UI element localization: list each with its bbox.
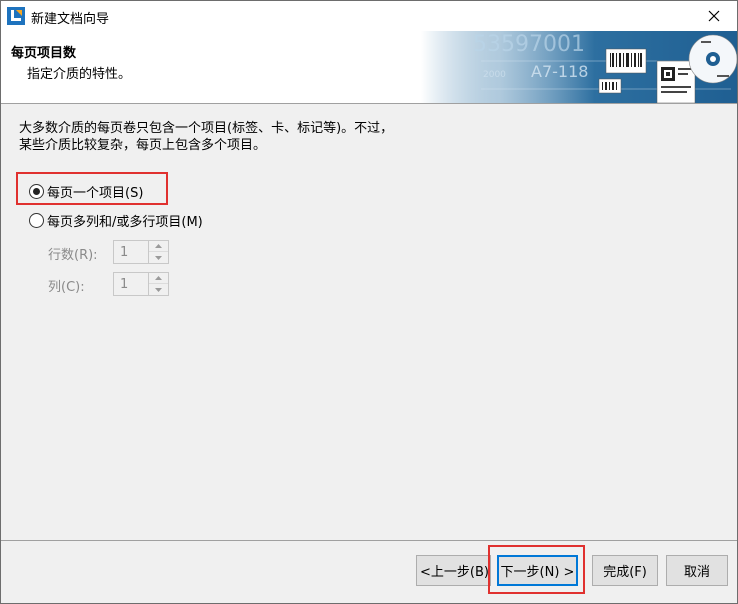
finish-button[interactable]: 完成(F) (592, 555, 658, 586)
rows-value[interactable]: 1 (120, 245, 128, 260)
page-subtitle: 指定介质的特性。 (27, 67, 132, 82)
rows-increment-button[interactable] (149, 241, 168, 252)
window-title: 新建文档向导 (31, 12, 110, 27)
radio-multiple-items-label: 每页多列和/或多行项目(M) (47, 215, 203, 230)
banner-code: A7-118 (531, 62, 588, 81)
title-bar: 新建文档向导 (1, 1, 737, 31)
columns-stepper-buttons (148, 273, 168, 295)
close-icon (708, 10, 720, 22)
cancel-button[interactable]: 取消 (666, 555, 728, 586)
radio-one-item-label: 每页一个项目(S) (47, 186, 144, 201)
columns-label: 列(C): (48, 280, 85, 295)
columns-decrement-button[interactable] (149, 284, 168, 295)
page-title: 每页项目数 (11, 46, 77, 61)
description-line-1: 大多数介质的每页卷只包含一个项目(标签、卡、标记等)。不过， (19, 121, 394, 136)
rows-decrement-button[interactable] (149, 252, 168, 263)
columns-value[interactable]: 1 (120, 277, 128, 292)
arrow-down-icon (155, 287, 162, 292)
columns-stepper[interactable]: 1 (113, 272, 169, 296)
rows-stepper[interactable]: 1 (113, 240, 169, 264)
radio-button-checked[interactable] (29, 184, 44, 199)
radio-multiple-items-per-page[interactable]: 每页多列和/或多行项目(M) (29, 211, 203, 230)
description-text: 大多数介质的每页卷只包含一个项目(标签、卡、标记等)。不过， 某些介质比较复杂，… (19, 120, 393, 154)
columns-increment-button[interactable] (149, 273, 168, 284)
arrow-up-icon (155, 244, 162, 248)
radio-button-unchecked[interactable] (29, 213, 44, 228)
header-banner-image: 53597001 A7-118 2000 (421, 31, 737, 103)
arrow-up-icon (155, 276, 162, 280)
radio-one-item-per-page[interactable]: 每页一个项目(S) (29, 182, 143, 201)
rows-field: 行数(R): (48, 244, 98, 263)
wizard-window: 新建文档向导 每页项目数 指定介质的特性。 53597001 A7-118 20… (0, 0, 738, 604)
wizard-header: 每页项目数 指定介质的特性。 53597001 A7-118 2000 (1, 31, 737, 103)
rows-stepper-buttons (148, 241, 168, 263)
banner-number: 53597001 (473, 32, 585, 57)
header-divider (1, 103, 737, 104)
rows-label: 行数(R): (48, 248, 98, 263)
arrow-down-icon (155, 255, 162, 260)
banner-year: 2000 (483, 70, 506, 80)
close-button[interactable] (691, 1, 737, 31)
description-line-2: 某些介质比较复杂，每页上包含多个项目。 (19, 138, 267, 153)
next-button-highlight-box (488, 545, 585, 594)
back-button[interactable]: <上一步(B) (416, 555, 491, 586)
columns-field: 列(C): (48, 276, 85, 295)
app-logo-icon (7, 7, 25, 25)
footer-divider (1, 540, 737, 541)
